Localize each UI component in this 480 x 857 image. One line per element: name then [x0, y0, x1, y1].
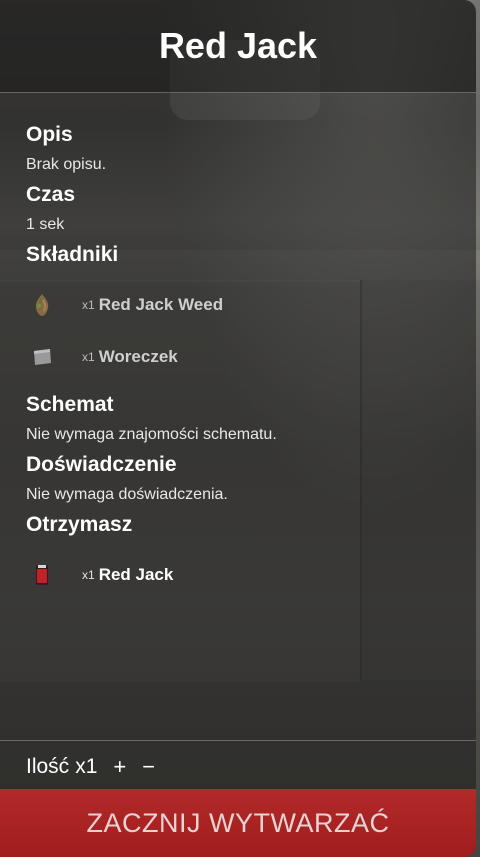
schematic-title: Schemat: [26, 393, 114, 416]
time-text: 1 sek: [26, 216, 65, 233]
panel-content: Opis Brak opisu. Czas 1 sek Składniki x1…: [0, 93, 476, 601]
ingredients-list: x1 Red Jack Weed x1 Woreczek: [26, 279, 450, 383]
panel-header: Red Jack: [0, 0, 476, 93]
experience-text: Nie wymaga doświadczenia.: [26, 486, 228, 503]
footer-divider: [0, 740, 476, 741]
ingredients-title: Składniki: [26, 243, 119, 266]
increase-quantity-button[interactable]: +: [113, 754, 126, 780]
quantity-label: Ilość: [26, 755, 70, 778]
result-item: x1 Red Jack: [26, 549, 450, 601]
description-text: Brak opisu.: [26, 156, 107, 173]
result-name: Red Jack: [98, 565, 174, 584]
page-title: Red Jack: [158, 25, 318, 66]
ingredient-name: Woreczek: [98, 347, 178, 366]
ingredient-qty: x1: [82, 350, 95, 364]
schematic-text: Nie wymaga znajomości schematu.: [26, 426, 277, 443]
time-title: Czas: [26, 183, 76, 206]
quantity-value: x1: [75, 755, 98, 778]
ingredient-item: x1 Red Jack Weed: [26, 279, 450, 331]
result-title: Otrzymasz: [26, 513, 133, 536]
ingredient-qty: x1: [82, 298, 95, 312]
ingredient-item: x1 Woreczek: [26, 331, 450, 383]
start-crafting-button[interactable]: ZACZNIJ WYTWARZAĆ: [0, 789, 476, 857]
result-qty: x1: [82, 568, 95, 582]
ingredient-name: Red Jack Weed: [98, 295, 224, 314]
description-title: Opis: [26, 123, 73, 146]
decrease-quantity-button[interactable]: −: [142, 754, 155, 780]
weed-bud-icon: [26, 289, 58, 321]
bag-icon: [26, 341, 58, 373]
experience-title: Doświadczenie: [26, 453, 177, 476]
crafting-panel: Red Jack Opis Brak opisu. Czas 1 sek Skł…: [0, 0, 476, 857]
quantity-stepper: Ilość x1 + −: [26, 752, 155, 782]
red-jack-product-icon: [26, 559, 58, 591]
result-list: x1 Red Jack: [26, 549, 450, 601]
